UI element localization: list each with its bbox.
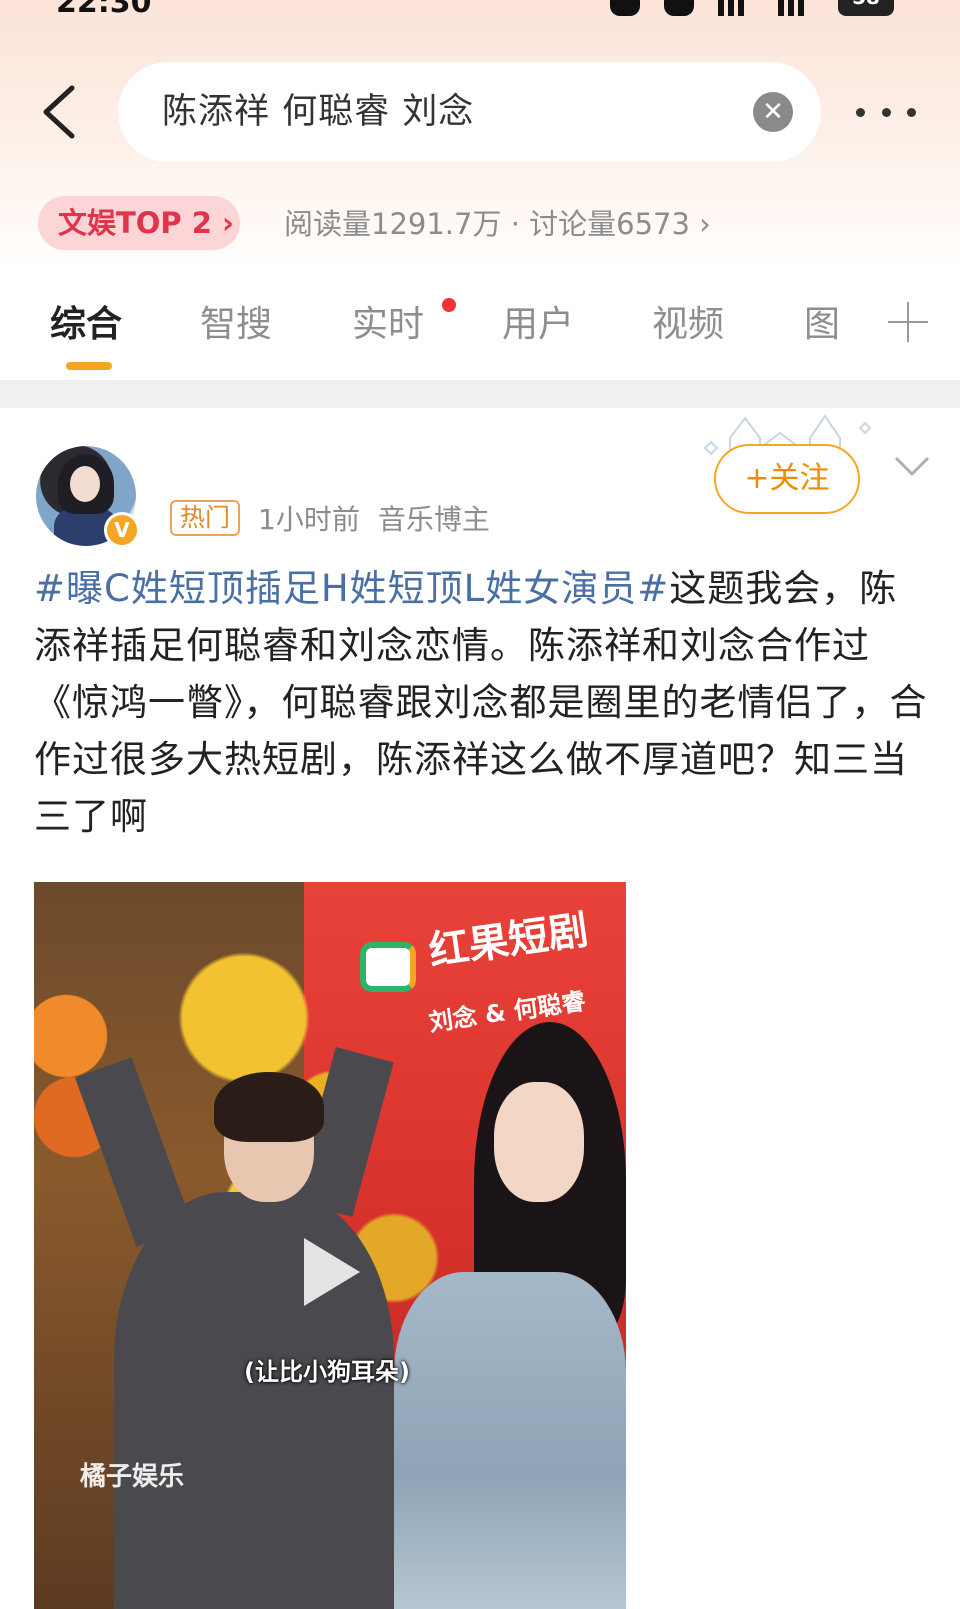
dot-icon xyxy=(881,107,891,117)
chevron-down-icon[interactable] xyxy=(892,450,932,480)
signal-icon xyxy=(718,0,754,16)
tab-bar: 综合 智搜 实时 用户 视频 图 xyxy=(0,280,960,380)
search-row: 陈添祥 何聪睿 刘念 ✕ xyxy=(0,62,960,162)
signal-icon-2 xyxy=(778,0,814,16)
play-icon[interactable] xyxy=(296,1232,366,1312)
video-person-right xyxy=(394,1022,626,1609)
post-meta: 热门 1小时前 音乐博主 xyxy=(170,496,490,540)
rank-badge[interactable]: 文娱TOP 2 › xyxy=(38,196,240,250)
post-body: #曝C姓短顶插足H姓短顶L姓女演员#这题我会，陈添祥插足何聪睿和刘念恋情。陈添祥… xyxy=(34,560,934,845)
tab-images[interactable]: 图 xyxy=(804,300,840,350)
tab-video[interactable]: 视频 xyxy=(652,300,724,350)
video-thumbnail[interactable]: 红果短剧 刘念 & 何聪睿 (让比小狗耳朵) 橘子娱乐 xyxy=(34,882,626,1609)
search-input[interactable]: 陈添祥 何聪睿 刘念 ✕ xyxy=(118,62,821,162)
section-divider xyxy=(0,380,960,408)
post-time: 1小时前 xyxy=(258,503,360,536)
vibrate-icon xyxy=(664,0,694,16)
tab-users[interactable]: 用户 xyxy=(502,300,574,350)
video-person-left xyxy=(74,1046,394,1609)
more-options-button[interactable] xyxy=(856,96,916,128)
back-arrow-icon xyxy=(43,85,75,139)
alarm-icon xyxy=(610,0,640,16)
back-button[interactable] xyxy=(36,82,84,142)
status-icons: 58 xyxy=(610,0,894,16)
follow-button[interactable]: +关注 xyxy=(714,444,860,514)
hashtag-link[interactable]: #曝C姓短顶插足H姓短顶L姓女演员# xyxy=(34,567,669,610)
header-area: 22:30 58 陈添祥 何聪睿 刘念 ✕ 文娱TOP 2 › 阅读量1291.… xyxy=(0,0,960,266)
brand-logo-icon xyxy=(360,942,416,992)
hot-tag: 热门 xyxy=(170,500,241,536)
status-bar: 22:30 58 xyxy=(0,0,960,26)
dot-icon xyxy=(856,107,865,117)
add-tab-icon[interactable] xyxy=(888,302,928,342)
search-query: 陈添祥 何聪睿 刘念 xyxy=(162,92,475,132)
video-watermark: 橘子娱乐 xyxy=(80,1462,185,1492)
verified-badge-icon: V xyxy=(104,512,140,548)
status-time: 22:30 xyxy=(56,0,152,20)
post-card: V 热门 1小时前 音乐博主 +关注 #曝C姓短顶插足H姓短顶L姓女演员#这题我… xyxy=(0,408,960,1609)
battery-icon: 58 xyxy=(838,0,894,16)
tab-comprehensive[interactable]: 综合 xyxy=(50,300,122,350)
dot-icon xyxy=(907,107,916,117)
hot-topic-row: 文娱TOP 2 › 阅读量1291.7万 · 讨论量6573 › xyxy=(0,196,960,252)
active-tab-indicator xyxy=(66,362,112,370)
notification-dot xyxy=(442,298,456,312)
tab-smart-search[interactable]: 智搜 xyxy=(200,300,272,350)
topic-stats[interactable]: 阅读量1291.7万 · 讨论量6573 › xyxy=(284,202,711,246)
tab-realtime[interactable]: 实时 xyxy=(352,300,424,350)
clear-search-button[interactable]: ✕ xyxy=(753,92,793,132)
video-caption: (让比小狗耳朵) xyxy=(244,1358,410,1386)
author-role: 音乐博主 xyxy=(377,503,490,536)
